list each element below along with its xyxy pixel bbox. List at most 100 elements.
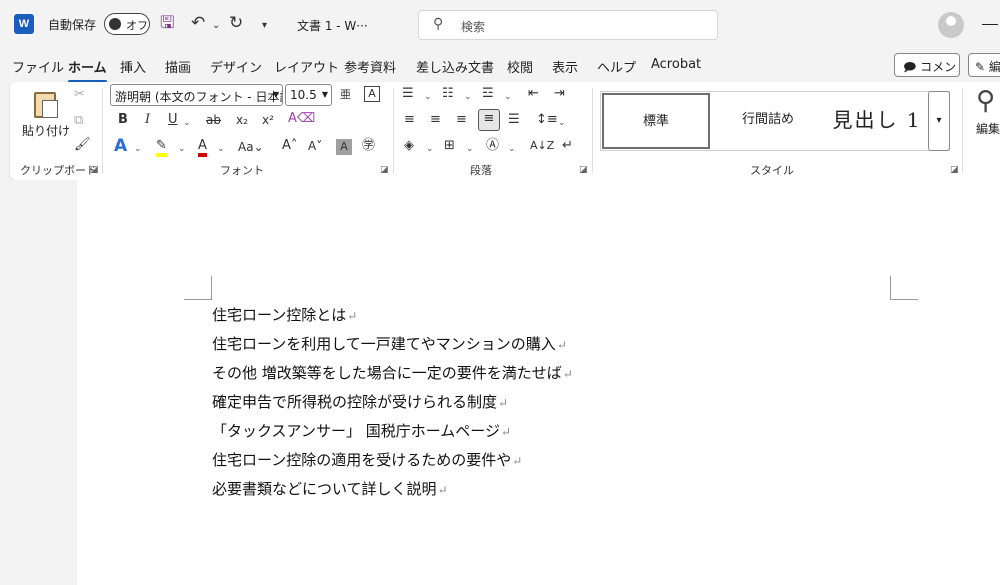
paragraph[interactable]: 確定申告で所得税の控除が受けられる制度↵: [212, 391, 508, 413]
font-color-icon[interactable]: A: [198, 137, 207, 157]
redo-icon[interactable]: ↻: [229, 13, 243, 33]
paragraph-launcher-icon[interactable]: ◪: [579, 165, 588, 175]
font-launcher-icon[interactable]: ◪: [380, 165, 389, 175]
paragraph[interactable]: 「タックスアンサー」 国税庁ホームページ↵: [212, 420, 511, 442]
styles-gallery: 標準 行間詰め 見出し 1: [600, 91, 950, 151]
decrease-indent-icon[interactable]: ⇤: [528, 85, 539, 103]
numbering-icon[interactable]: ☷: [442, 85, 454, 103]
borders-icon[interactable]: ⊞: [444, 137, 455, 155]
paragraph[interactable]: 必要書類などについて詳しく説明↵: [212, 478, 448, 500]
tab-design[interactable]: デザイン: [210, 57, 262, 76]
bold-icon[interactable]: B: [118, 111, 128, 129]
line-spacing-icon[interactable]: ↕≡: [536, 111, 558, 129]
tab-view[interactable]: 表示: [552, 57, 578, 76]
toggle-knob: [109, 18, 121, 30]
highlight-dropdown-icon[interactable]: ⌄: [178, 140, 186, 158]
sort-icon[interactable]: A↓Z: [530, 137, 554, 155]
underline-icon[interactable]: U: [168, 111, 178, 129]
search-input[interactable]: ⚲ 検索: [418, 10, 718, 40]
justify-icon[interactable]: ≡: [478, 109, 500, 131]
shrink-font-icon[interactable]: A˅: [308, 137, 322, 155]
paste-icon[interactable]: [32, 88, 60, 120]
tab-help[interactable]: ヘルプ: [597, 57, 636, 76]
show-formatting-marks-icon[interactable]: ↵: [562, 137, 573, 155]
shading-dropdown-icon[interactable]: ⌄: [426, 140, 434, 158]
tab-acrobat[interactable]: Acrobat: [651, 57, 701, 72]
tab-home[interactable]: ホーム: [68, 57, 107, 83]
multilevel-dropdown-icon[interactable]: ⌄: [504, 88, 512, 106]
paragraph[interactable]: 住宅ローン控除の適用を受けるための要件や↵: [212, 449, 522, 471]
style-heading-1[interactable]: 見出し 1: [823, 93, 931, 149]
bullets-dropdown-icon[interactable]: ⌄: [424, 88, 432, 106]
paragraph[interactable]: その他 増改築等をした場合に一定の要件を満たせば↵: [212, 362, 573, 384]
paste-button-label[interactable]: 貼り付け: [22, 122, 70, 139]
enclose-characters-icon[interactable]: ㊫: [362, 137, 375, 155]
find-icon[interactable]: ⚲: [976, 86, 995, 116]
shading-icon[interactable]: ◈: [404, 137, 414, 155]
chevron-down-icon: ▼: [272, 90, 279, 99]
tab-references[interactable]: 参考資料: [344, 57, 396, 76]
avatar[interactable]: [938, 12, 964, 38]
paragraph-text: その他 増改築等をした場合に一定の要件を満たせば: [212, 364, 562, 382]
paragraph[interactable]: 住宅ローンを利用して一戸建てやマンションの購入↵: [212, 333, 567, 355]
tab-file[interactable]: ファイル: [12, 57, 64, 76]
underline-dropdown-icon[interactable]: ⌄: [183, 114, 191, 132]
asian-layout-icon[interactable]: Ⓐ: [486, 137, 499, 155]
distributed-icon[interactable]: ☰: [508, 111, 520, 129]
customize-qat-icon[interactable]: ▾: [262, 16, 267, 36]
borders-dropdown-icon[interactable]: ⌄: [466, 140, 474, 158]
phonetic-guide-icon[interactable]: 亜: [340, 86, 351, 104]
clipboard-launcher-icon[interactable]: ◪: [90, 165, 99, 175]
tab-mailings[interactable]: 差し込み文書: [416, 57, 494, 76]
multilevel-list-icon[interactable]: ☲: [482, 85, 494, 103]
grow-font-icon[interactable]: A˄: [282, 137, 297, 155]
format-painter-icon[interactable]: 🖌: [74, 136, 91, 154]
undo-icon[interactable]: ↶: [191, 13, 205, 33]
character-shading-icon[interactable]: A: [336, 139, 352, 155]
minimize-icon[interactable]: [982, 24, 998, 25]
paragraph-mark: ↵: [498, 396, 509, 410]
paragraph-text: 住宅ローンを利用して一戸建てやマンションの購入: [212, 335, 556, 353]
superscript-icon[interactable]: x²: [262, 111, 274, 129]
paragraph-group-label: 段落: [470, 164, 492, 177]
increase-indent-icon[interactable]: ⇥: [554, 85, 565, 103]
strikethrough-icon[interactable]: ab: [206, 111, 221, 129]
tab-review[interactable]: 校閲: [507, 57, 533, 76]
margin-corner-top-right: [890, 276, 918, 300]
editing-mode-button[interactable]: ✎ 編集: [968, 53, 1000, 77]
align-center-icon[interactable]: ≡: [430, 111, 441, 129]
copy-icon[interactable]: ⧉: [74, 112, 83, 130]
autosave-toggle[interactable]: オフ: [104, 13, 150, 35]
comment-button[interactable]: 🗩 コメント: [894, 53, 960, 95]
highlight-color-icon[interactable]: ✎: [156, 137, 167, 157]
style-no-spacing[interactable]: 行間詰め: [713, 93, 823, 149]
character-border-icon[interactable]: A: [364, 86, 380, 102]
font-color-dropdown-icon[interactable]: ⌄: [217, 140, 225, 158]
change-case-icon[interactable]: Aa⌄: [238, 138, 264, 156]
style-normal[interactable]: 標準: [602, 93, 710, 149]
align-left-icon[interactable]: ≡: [404, 111, 415, 129]
align-right-icon[interactable]: ≡: [456, 111, 467, 129]
styles-launcher-icon[interactable]: ◪: [950, 165, 959, 175]
asian-layout-dropdown-icon[interactable]: ⌄: [508, 140, 516, 158]
italic-icon[interactable]: I: [145, 111, 150, 129]
font-name-select[interactable]: 游明朝 (本文のフォント - 日本語) ▼: [110, 84, 283, 106]
styles-more-icon[interactable]: ▾: [928, 91, 950, 151]
subscript-icon[interactable]: x₂: [236, 111, 248, 129]
text-effects-icon[interactable]: A: [114, 137, 127, 155]
paragraph[interactable]: 住宅ローン控除とは↵: [212, 304, 357, 326]
undo-dropdown-icon[interactable]: ⌄: [212, 16, 220, 36]
tab-insert[interactable]: 挿入: [120, 57, 146, 76]
save-icon[interactable]: 🖫: [160, 13, 174, 33]
numbering-dropdown-icon[interactable]: ⌄: [464, 88, 472, 106]
line-spacing-dropdown-icon[interactable]: ⌄: [558, 114, 566, 132]
editing-group-label[interactable]: 編集: [976, 120, 1000, 137]
text-effects-dropdown-icon[interactable]: ⌄: [134, 140, 142, 158]
tab-layout[interactable]: レイアウト: [274, 57, 339, 76]
tab-draw[interactable]: 描画: [165, 57, 191, 76]
clear-formatting-icon[interactable]: A⌫: [288, 110, 315, 128]
bullets-icon[interactable]: ☰: [402, 85, 414, 103]
cut-icon[interactable]: ✂: [74, 86, 85, 104]
font-size-select[interactable]: 10.5 ▼: [285, 84, 332, 106]
document-title[interactable]: 文書 1 - W···: [297, 17, 368, 34]
